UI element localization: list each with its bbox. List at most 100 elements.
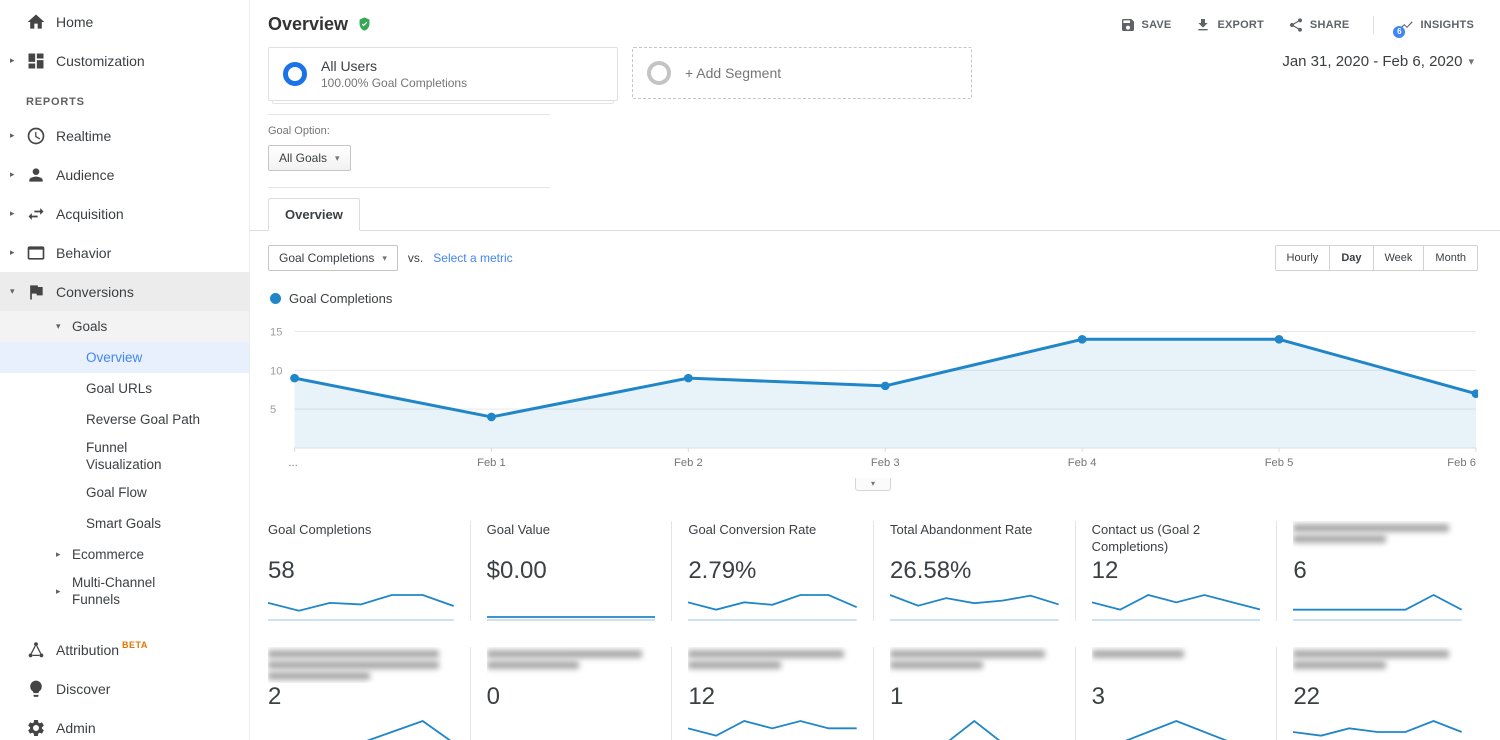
tab-overview[interactable]: Overview: [268, 198, 360, 231]
share-label: SHARE: [1310, 19, 1350, 31]
metric-card-title-blurred: [890, 647, 1059, 683]
sidebar-item-funnel-visualization[interactable]: Funnel Visualization: [0, 435, 249, 477]
metric-card[interactable]: 22: [1276, 647, 1478, 740]
sidebar-item-smart-goals[interactable]: Smart Goals: [0, 508, 249, 539]
export-button[interactable]: EXPORT: [1195, 17, 1263, 33]
metric-select-value: Goal Completions: [279, 251, 374, 265]
metric-card-value: 1: [890, 683, 1059, 711]
sidebar-item-label: Audience: [56, 167, 114, 183]
date-range-text: Jan 31, 2020 - Feb 6, 2020: [1282, 53, 1462, 70]
segment-subtitle: 100.00% Goal Completions: [321, 76, 467, 90]
sidebar-item-conversions[interactable]: ▾ Conversions: [0, 272, 249, 311]
sidebar-item-behavior[interactable]: ▸ Behavior: [0, 233, 249, 272]
sidebar-item-attribution[interactable]: Attribution BETA: [0, 630, 249, 669]
chart-controls-row: Goal Completions ▾ vs. Select a metric H…: [268, 245, 1478, 271]
segment-radio-icon[interactable]: [283, 62, 307, 86]
metric-card[interactable]: 3: [1075, 647, 1277, 740]
sidebar-item-acquisition[interactable]: ▸ Acquisition: [0, 194, 249, 233]
svg-text:Feb 6: Feb 6: [1447, 457, 1476, 469]
sidebar-item-label: Conversions: [56, 284, 134, 300]
granularity-day-button[interactable]: Day: [1329, 246, 1372, 270]
metric-card-title: Total Abandonment Rate: [890, 521, 1059, 557]
sidebar-item-multi-channel-funnels[interactable]: ▸ Multi-Channel Funnels: [0, 570, 249, 612]
goal-option-select[interactable]: All Goals ▾: [268, 145, 351, 171]
metric-card[interactable]: 12: [671, 647, 873, 740]
sidebar-item-label: Smart Goals: [86, 516, 161, 531]
sidebar-item-label: Reverse Goal Path: [86, 412, 200, 427]
insights-button[interactable]: 6 INSIGHTS: [1398, 17, 1474, 33]
sidebar-item-realtime[interactable]: ▸ Realtime: [0, 116, 249, 155]
sidebar-item-overview[interactable]: Overview: [0, 342, 249, 373]
main-header: Overview SAVE EXPORT SHARE: [250, 0, 1500, 43]
blurred-text-bar: [268, 650, 439, 658]
metric-card-value: 12: [1092, 557, 1261, 585]
metric-select[interactable]: Goal Completions ▾: [268, 245, 398, 271]
sidebar-item-label: Customization: [56, 53, 145, 69]
blurred-text-bar: [688, 650, 843, 658]
time-granularity-group: Hourly Day Week Month: [1275, 245, 1478, 271]
sidebar-item-audience[interactable]: ▸ Audience: [0, 155, 249, 194]
sidebar-item-label: Ecommerce: [72, 547, 144, 562]
goal-option-label: Goal Option:: [268, 125, 550, 137]
caret-right-icon: ▸: [8, 55, 24, 66]
sidebar-item-label: Multi-Channel Funnels: [72, 570, 190, 612]
export-icon: [1195, 17, 1211, 33]
svg-text:15: 15: [270, 327, 282, 339]
metric-card[interactable]: Goal Conversion Rate2.79%: [671, 521, 873, 621]
metric-card[interactable]: 0: [470, 647, 672, 740]
caret-right-icon: ▸: [8, 208, 24, 219]
sidebar-item-ecommerce[interactable]: ▸ Ecommerce: [0, 539, 249, 570]
chevron-down-icon: ▾: [382, 253, 387, 264]
granularity-week-button[interactable]: Week: [1373, 246, 1424, 270]
select-metric-link[interactable]: Select a metric: [433, 251, 512, 265]
svg-text:Feb 4: Feb 4: [1068, 457, 1097, 469]
metric-card[interactable]: 6: [1276, 521, 1478, 621]
home-icon: [26, 12, 46, 32]
export-label: EXPORT: [1217, 19, 1263, 31]
metric-card[interactable]: Total Abandonment Rate26.58%: [873, 521, 1075, 621]
metric-card[interactable]: Contact us (Goal 2 Completions)12: [1075, 521, 1277, 621]
svg-text:...: ...: [288, 457, 297, 469]
all-users-segment-card[interactable]: All Users 100.00% Goal Completions: [268, 47, 618, 101]
metric-card-sparkline: [487, 717, 656, 740]
save-button[interactable]: SAVE: [1120, 17, 1172, 33]
customization-icon: [26, 51, 46, 71]
behavior-icon: [26, 243, 46, 263]
blurred-text-bar: [1293, 650, 1448, 658]
chart-collapse-handle[interactable]: ▾: [855, 478, 891, 491]
sidebar-item-reverse-goal-path[interactable]: Reverse Goal Path: [0, 404, 249, 435]
metric-card-value: 6: [1293, 557, 1462, 585]
google-analytics-app: Home ▸ Customization REPORTS ▸ Realtime …: [0, 0, 1500, 740]
caret-right-icon: ▸: [54, 549, 68, 560]
sidebar-item-home[interactable]: Home: [0, 2, 249, 41]
sidebar-item-goal-urls[interactable]: Goal URLs: [0, 373, 249, 404]
metric-card-value: 3: [1092, 683, 1261, 711]
granularity-hourly-button[interactable]: Hourly: [1276, 246, 1330, 270]
tab-bar: Overview: [250, 198, 1500, 231]
chevron-down-icon: ▾: [871, 480, 875, 488]
sidebar-item-label: Goal URLs: [86, 381, 152, 396]
sidebar-item-customization[interactable]: ▸ Customization: [0, 41, 249, 80]
granularity-month-button[interactable]: Month: [1423, 246, 1477, 270]
chart-panel: Goal Completions ▾ vs. Select a metric H…: [250, 231, 1500, 491]
sidebar-item-label: Goals: [72, 319, 107, 334]
sidebar-item-label: Admin: [56, 720, 96, 736]
metric-card[interactable]: Goal Completions58: [268, 521, 470, 621]
date-range-picker[interactable]: Jan 31, 2020 - Feb 6, 2020 ▾: [1282, 47, 1474, 70]
metric-card[interactable]: Goal Value$0.00: [470, 521, 672, 621]
caret-right-icon: ▸: [54, 586, 68, 597]
sidebar-item-discover[interactable]: Discover: [0, 669, 249, 708]
share-button[interactable]: SHARE: [1288, 17, 1350, 33]
sidebar-item-goal-flow[interactable]: Goal Flow: [0, 477, 249, 508]
add-segment-button[interactable]: + Add Segment: [632, 47, 972, 99]
metric-card-sparkline: [1293, 591, 1462, 621]
metric-card-sparkline: [1092, 591, 1261, 621]
sidebar-item-goals[interactable]: ▾ Goals: [0, 311, 249, 342]
metric-card[interactable]: 2: [268, 647, 470, 740]
goal-completions-line-chart[interactable]: 51015...Feb 1Feb 2Feb 3Feb 4Feb 5Feb 6: [268, 310, 1478, 478]
sidebar-item-admin[interactable]: Admin: [0, 708, 249, 740]
svg-text:5: 5: [270, 404, 276, 416]
metric-card[interactable]: 1: [873, 647, 1075, 740]
metric-card-title-blurred: [1293, 647, 1462, 683]
svg-text:Feb 1: Feb 1: [477, 457, 506, 469]
